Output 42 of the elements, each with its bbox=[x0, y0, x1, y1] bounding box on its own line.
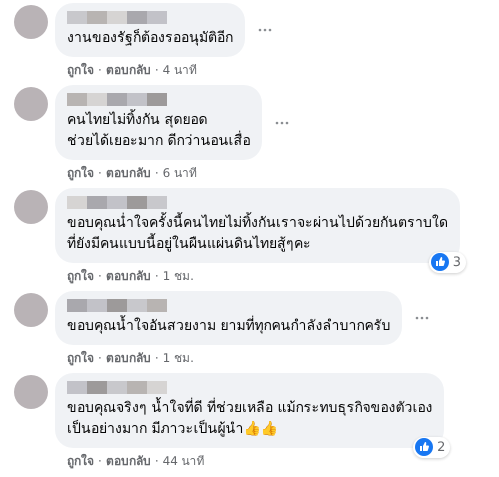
comment-time[interactable]: 4 นาที bbox=[162, 61, 198, 79]
separator-dot: · bbox=[154, 350, 159, 367]
reaction-badge[interactable]: 2 bbox=[413, 436, 450, 458]
more-icon bbox=[258, 28, 272, 32]
reaction-count: 3 bbox=[452, 254, 461, 272]
separator-dot: · bbox=[154, 268, 159, 285]
avatar bbox=[14, 87, 48, 121]
comment-time[interactable]: 1 ชม. bbox=[162, 267, 194, 285]
comment-time[interactable]: 6 นาที bbox=[162, 164, 198, 182]
like-link[interactable]: ถูกใจ bbox=[67, 349, 94, 367]
reply-link[interactable]: ตอบกลับ bbox=[106, 267, 151, 285]
like-link[interactable]: ถูกใจ bbox=[67, 267, 94, 285]
separator-dot: · bbox=[98, 350, 102, 367]
more-icon bbox=[275, 120, 290, 124]
separator-dot: · bbox=[98, 453, 102, 470]
separator-dot: · bbox=[154, 62, 159, 79]
avatar bbox=[14, 190, 48, 224]
like-icon bbox=[430, 253, 449, 272]
comment-time[interactable]: 1 ชม. bbox=[162, 349, 194, 367]
separator-dot: · bbox=[98, 165, 102, 182]
like-link[interactable]: ถูกใจ bbox=[67, 452, 94, 470]
avatar bbox=[14, 293, 48, 327]
reply-link[interactable]: ตอบกลับ bbox=[106, 164, 151, 182]
like-link[interactable]: ถูกใจ bbox=[67, 61, 94, 79]
reply-link[interactable]: ตอบกลับ bbox=[106, 349, 151, 367]
reply-link[interactable]: ตอบกลับ bbox=[106, 61, 151, 79]
more-icon bbox=[415, 316, 430, 320]
like-icon bbox=[415, 438, 434, 456]
reaction-badge[interactable]: 3 bbox=[428, 252, 466, 273]
avatar bbox=[14, 375, 48, 409]
separator-dot: · bbox=[154, 453, 159, 470]
comment-text: คนไทยไม่ทิ้งกัน สุดยอด ช่วยได้เยอะมาก ดีกว่านอนเสื่อ bbox=[67, 110, 250, 152]
comment-time[interactable]: 44 นาที bbox=[162, 452, 205, 470]
like-link[interactable]: ถูกใจ bbox=[67, 164, 94, 182]
avatar bbox=[14, 5, 48, 39]
separator-dot: · bbox=[154, 165, 159, 182]
separator-dot: · bbox=[98, 62, 102, 79]
comment-text: ขอบคุณน้ำใจอันสวยงาม ยามที่ทุกคนกำลังลำบากครับ bbox=[67, 316, 390, 337]
reply-link[interactable]: ตอบกลับ bbox=[106, 452, 151, 470]
comment-text: งานของรัฐก็ต้องรออนุมัติอีก bbox=[67, 28, 233, 48]
separator-dot: · bbox=[98, 268, 102, 285]
reaction-count: 2 bbox=[437, 438, 446, 456]
